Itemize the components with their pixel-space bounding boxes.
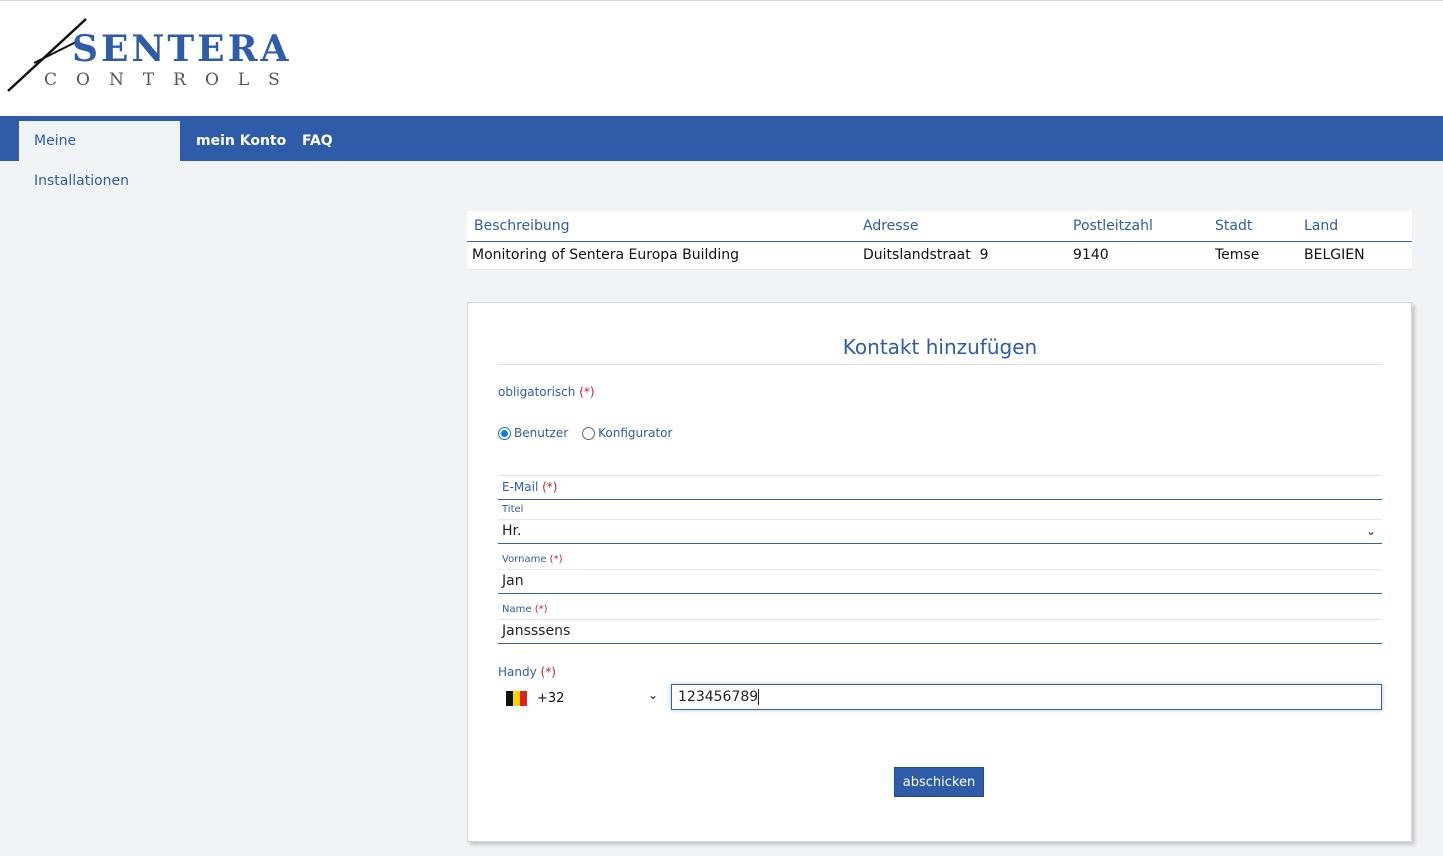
lastname-input[interactable]: Jansssens xyxy=(498,619,1382,644)
column-header-land: Land xyxy=(1297,211,1412,242)
title-field-group: Titel Hr. ⌄ xyxy=(498,504,1382,544)
phone-input-value: 123456789 xyxy=(678,689,759,705)
phone-required-mark: (*) xyxy=(540,665,556,679)
title-select-value: Hr. xyxy=(502,523,522,539)
belgium-flag-icon xyxy=(506,690,527,706)
firstname-field-group: Vorname (*) Jan xyxy=(498,554,1382,594)
role-radio-group: Benutzer Konfigurator xyxy=(498,426,672,440)
text-caret xyxy=(758,689,760,705)
form-title: Kontakt hinzufügen xyxy=(498,335,1382,365)
add-contact-form: Kontakt hinzufügen obligatorisch (*) Ben… xyxy=(467,302,1412,842)
email-label: E-Mail xyxy=(502,480,539,494)
submit-button[interactable]: abschicken xyxy=(894,767,984,797)
logo-word-controls: CONTROLS xyxy=(44,70,299,90)
title-select[interactable]: Hr. ⌄ xyxy=(498,519,1382,544)
cell-beschreibung: Monitoring of Sentera Europa Building xyxy=(467,241,856,270)
phone-label-row: Handy (*) xyxy=(498,665,556,679)
lastname-label: Name xyxy=(502,604,532,615)
radio-konfigurator[interactable] xyxy=(582,426,596,440)
radio-konfigurator-label[interactable]: Konfigurator xyxy=(598,426,672,440)
firstname-label: Vorname xyxy=(502,554,547,565)
title-label: Titel xyxy=(502,504,524,515)
header: SENTERA CONTROLS xyxy=(0,0,1443,116)
radio-benutzer-label[interactable]: Benutzer xyxy=(514,426,568,440)
column-header-adresse: Adresse xyxy=(856,211,1066,242)
phone-input[interactable]: 123456789 xyxy=(671,684,1382,710)
chevron-down-icon: ⌄ xyxy=(1365,524,1376,538)
country-code-value: +32 xyxy=(537,690,565,706)
required-note: obligatorisch (*) xyxy=(498,385,595,399)
cell-stadt: Temse xyxy=(1208,241,1297,270)
required-note-text: obligatorisch xyxy=(498,385,576,399)
country-code-select[interactable]: +32 ⌄ xyxy=(498,685,658,711)
firstname-label-row: Vorname (*) xyxy=(498,554,1382,565)
column-header-stadt: Stadt xyxy=(1208,211,1297,242)
phone-label: Handy xyxy=(498,665,537,679)
column-header-beschreibung: Beschreibung xyxy=(467,211,856,242)
installation-table: Beschreibung Adresse Postleitzahl Stadt … xyxy=(467,211,1412,270)
table-row[interactable]: Monitoring of Sentera Europa Building Du… xyxy=(467,241,1412,270)
cell-adresse: Duitslandstraat 9 xyxy=(856,241,1066,270)
logo-word-sentera: SENTERA xyxy=(72,28,292,70)
firstname-input[interactable]: Jan xyxy=(498,569,1382,594)
main-nav: Meine Installationen mein Konto FAQ xyxy=(0,116,1443,189)
required-mark: (*) xyxy=(579,385,595,399)
radio-benutzer[interactable] xyxy=(498,426,511,440)
column-header-postleitzahl: Postleitzahl xyxy=(1066,211,1208,242)
chevron-down-icon: ⌄ xyxy=(647,688,658,702)
table-header-row: Beschreibung Adresse Postleitzahl Stadt … xyxy=(467,211,1412,242)
lastname-label-row: Name (*) xyxy=(498,604,1382,615)
firstname-required-mark: (*) xyxy=(549,554,563,565)
cell-land: BELGIEN xyxy=(1297,241,1412,270)
tab-mein-konto[interactable]: mein Konto xyxy=(181,121,301,161)
email-field-group: E-Mail (*) xyxy=(498,475,1382,500)
tab-faq[interactable]: FAQ xyxy=(287,121,348,161)
email-required-mark: (*) xyxy=(542,480,558,494)
sentera-logo[interactable]: SENTERA CONTROLS xyxy=(6,17,306,97)
lastname-field-group: Name (*) Jansssens xyxy=(498,604,1382,644)
cell-postleitzahl: 9140 xyxy=(1066,241,1208,270)
lastname-required-mark: (*) xyxy=(534,604,548,615)
tab-meine-installationen[interactable]: Meine Installationen xyxy=(19,121,180,189)
email-field[interactable]: E-Mail (*) xyxy=(498,475,1382,500)
